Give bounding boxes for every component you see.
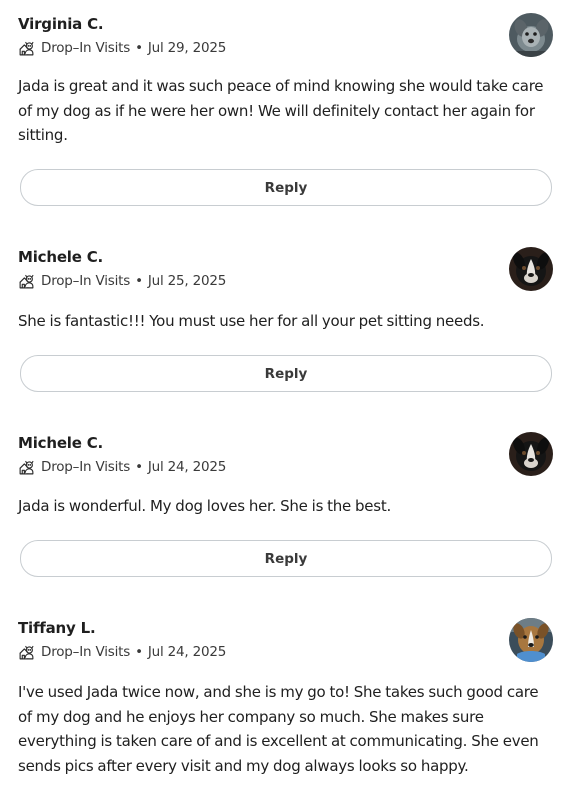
drop-in-visits-icon [18, 40, 35, 57]
review-text: She is fantastic!!! You must use her for… [18, 312, 485, 330]
reply-button[interactable]: Reply [20, 540, 552, 577]
dog-avatar-icon [509, 247, 553, 291]
meta-separator: • [135, 644, 143, 660]
review-date: Jul 24, 2025 [147, 644, 227, 660]
review-date: Jul 25, 2025 [147, 273, 227, 289]
dog-avatar-icon [509, 432, 553, 476]
service-type: Drop–In Visits [41, 40, 131, 56]
meta-separator: • [135, 273, 143, 289]
reply-button[interactable]: Reply [20, 169, 552, 206]
drop-in-visits-icon [18, 273, 35, 290]
review-meta: Drop–In Visits • Jul 25, 2025 [18, 272, 226, 290]
review-meta: Drop–In Visits • Jul 24, 2025 [18, 643, 226, 661]
reviewer-name: Tiffany L. [18, 619, 96, 637]
reviewer-name: Virginia C. [18, 15, 104, 33]
avatar[interactable] [509, 13, 553, 57]
reply-button[interactable]: Reply [20, 355, 552, 392]
dog-avatar-icon [509, 13, 553, 57]
review-text: Jada is great and it was such peace of m… [18, 77, 544, 144]
review-date: Jul 29, 2025 [147, 40, 227, 56]
avatar[interactable] [509, 618, 553, 662]
review-date: Jul 24, 2025 [147, 459, 227, 475]
service-type: Drop–In Visits [41, 273, 131, 289]
drop-in-visits-icon [18, 644, 35, 661]
meta-separator: • [135, 40, 143, 56]
review-text: Jada is wonderful. My dog loves her. She… [18, 497, 392, 515]
dog-avatar-icon [509, 618, 553, 662]
reviewer-name: Michele C. [18, 434, 104, 452]
reviewer-name: Michele C. [18, 248, 104, 266]
avatar[interactable] [509, 247, 553, 291]
drop-in-visits-icon [18, 459, 35, 476]
review-text: I've used Jada twice now, and she is my … [18, 683, 539, 775]
avatar[interactable] [509, 432, 553, 476]
meta-separator: • [135, 459, 143, 475]
service-type: Drop–In Visits [41, 644, 131, 660]
service-type: Drop–In Visits [41, 459, 131, 475]
review-meta: Drop–In Visits • Jul 29, 2025 [18, 39, 226, 57]
review-meta: Drop–In Visits • Jul 24, 2025 [18, 458, 226, 476]
